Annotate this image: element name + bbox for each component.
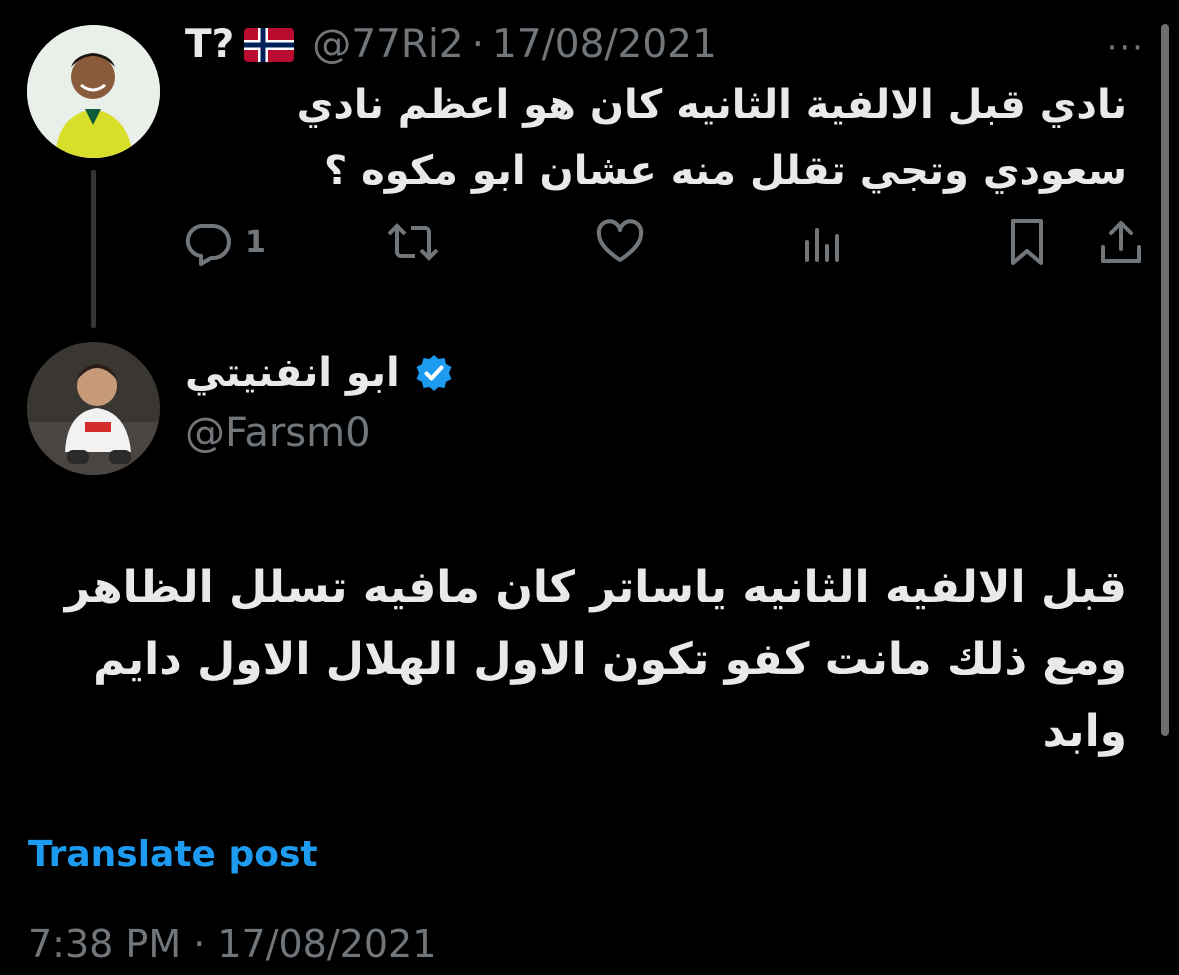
scrollbar[interactable] xyxy=(1161,24,1169,736)
main-handle[interactable]: @Farsm0 xyxy=(185,410,371,456)
like-button[interactable] xyxy=(595,212,645,272)
thread-connector-line xyxy=(91,170,96,328)
avatar-parent[interactable] xyxy=(27,25,160,158)
avatar-main[interactable] xyxy=(27,342,160,475)
parent-action-bar: 1 xyxy=(185,212,1145,272)
views-button[interactable] xyxy=(801,212,845,272)
verified-badge-icon xyxy=(414,353,454,393)
main-display-name[interactable]: ابو انفنيتي xyxy=(185,350,400,396)
share-icon xyxy=(1101,221,1141,263)
parent-display-name[interactable]: T? xyxy=(185,22,234,67)
parent-tweet-text: نادي قبل الالفية الثانيه كان هو اعظم ناد… xyxy=(296,82,1127,194)
norway-flag-icon xyxy=(244,27,295,62)
tweet-timestamp[interactable]: 7:38 PM · 17/08/2021 xyxy=(28,922,436,966)
retweet-icon xyxy=(387,223,439,261)
bookmark-icon xyxy=(1011,219,1043,265)
more-options-icon[interactable]: ··· xyxy=(1107,28,1145,68)
share-button[interactable] xyxy=(1097,212,1145,272)
translate-post-link[interactable]: Translate post xyxy=(28,834,318,875)
views-icon xyxy=(805,228,839,262)
retweet-button[interactable] xyxy=(385,212,441,272)
parent-tweet-header: T? @77Ri2 · 17/08/2021 xyxy=(185,20,717,68)
avatar-main-image xyxy=(27,342,160,475)
main-name-row: ابو انفنيتي xyxy=(185,350,454,396)
bookmark-button[interactable] xyxy=(1005,212,1049,272)
tweet-thread-page: T? @77Ri2 · 17/08/2021 ··· نادي قبل الال… xyxy=(0,0,1179,975)
reply-count: 1 xyxy=(245,224,266,260)
avatar-parent-image xyxy=(27,25,160,158)
heart-icon xyxy=(596,219,644,262)
header-separator: · xyxy=(471,21,485,67)
reply-icon xyxy=(185,223,231,266)
parent-date[interactable]: 17/08/2021 xyxy=(492,22,717,67)
parent-handle[interactable]: @77Ri2 xyxy=(312,22,463,67)
main-tweet-text: قبل الالفيه الثانيه ياساتر كان مافيه تسل… xyxy=(64,562,1127,757)
reply-button[interactable]: 1 xyxy=(185,212,266,272)
